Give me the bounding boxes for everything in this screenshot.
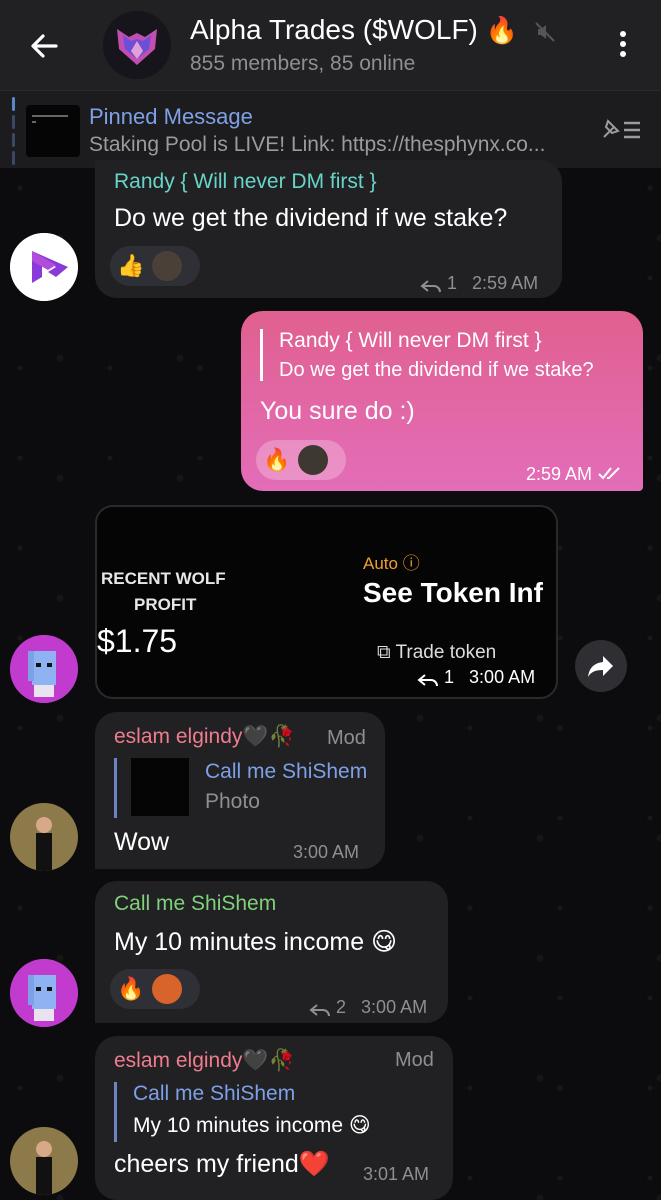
card-auto-label: Auto ⓘ xyxy=(363,554,420,573)
reply-count: 1 xyxy=(447,273,458,293)
message-bubble[interactable]: Call me ShiShem My 10 minutes income 😋 🔥… xyxy=(95,881,448,1023)
pinned-text: Staking Pool is LIVE! Link: https://thes… xyxy=(89,133,546,156)
group-avatar[interactable] xyxy=(103,11,171,79)
mod-badge: Mod xyxy=(327,727,366,749)
sender-name[interactable]: eslam elgindy🖤🥀 xyxy=(114,1049,295,1073)
pinned-message-bar[interactable]: Pinned Message Staking Pool is LIVE! Lin… xyxy=(0,90,661,168)
pinned-thumbnail xyxy=(26,105,80,157)
reply-count: 1 xyxy=(444,667,455,687)
message-bubble[interactable]: eslam elgindy🖤🥀 Mod Call me ShiShem My 1… xyxy=(95,1036,453,1200)
forward-button[interactable] xyxy=(575,640,627,692)
fire-emoji: 🔥 xyxy=(485,15,519,45)
reactions[interactable]: 👍 xyxy=(110,246,200,286)
message-time: 3:00 AM xyxy=(469,667,536,687)
reply-count-icon[interactable] xyxy=(417,671,439,687)
reaction-emoji: 🔥 xyxy=(263,447,291,472)
trade-token-link[interactable]: ⧉ Trade token xyxy=(377,642,496,664)
message-time: 3:01 AM xyxy=(363,1164,430,1184)
reaction-emoji: 👍 xyxy=(117,253,145,278)
quote-text: Do we get the dividend if we stake? xyxy=(279,359,594,381)
outgoing-message-bubble[interactable]: Randy { Will never DM first } Do we get … xyxy=(241,311,643,491)
avatar[interactable] xyxy=(10,635,78,703)
quote-sender: Randy { Will never DM first } xyxy=(279,329,542,352)
reply-quote[interactable]: Randy { Will never DM first } Do we get … xyxy=(260,329,594,381)
message-meta: 2 3:00 AM xyxy=(309,997,427,1018)
sender-name[interactable]: Call me ShiShem xyxy=(114,892,276,916)
message-meta: 2:59 AM xyxy=(526,464,623,485)
quote-sender: Call me ShiShem xyxy=(205,760,368,783)
sender-name[interactable]: Randy { Will never DM first } xyxy=(114,170,377,194)
reply-quote[interactable]: Call me ShiShem My 10 minutes income 😋 xyxy=(114,1082,371,1142)
message-bubble[interactable]: eslam elgindy🖤🥀 Mod Call me ShiShem Phot… xyxy=(95,712,385,869)
card-label-1: RECENT WOLF xyxy=(101,569,226,588)
quote-thumbnail xyxy=(131,758,189,816)
sender-name[interactable]: eslam elgindy🖤🥀 xyxy=(114,725,295,749)
avatar[interactable] xyxy=(10,1127,78,1195)
chat-title-text: Alpha Trades ($WOLF) xyxy=(190,14,478,45)
profit-card[interactable]: RECENT WOLF PROFIT $1.75 Auto ⓘ See Toke… xyxy=(95,505,558,699)
quote-text: My 10 minutes income 😋 xyxy=(133,1114,371,1137)
reaction-emoji: 🔥 xyxy=(117,976,145,1001)
forward-icon xyxy=(588,656,613,677)
message-meta: 1 3:00 AM xyxy=(417,667,535,688)
chat-header: Alpha Trades ($WOLF) 🔥 855 members, 85 o… xyxy=(0,0,661,90)
muted-icon xyxy=(533,20,557,44)
card-label-2: PROFIT xyxy=(134,595,197,614)
pin-list-icon[interactable] xyxy=(600,115,642,143)
message-text: cheers my friend❤️ xyxy=(114,1150,330,1178)
reactions[interactable]: 🔥 xyxy=(256,440,346,480)
message-meta: 1 2:59 AM xyxy=(420,273,538,294)
reply-count-icon[interactable] xyxy=(309,1001,331,1017)
reply-count-icon[interactable] xyxy=(420,277,442,293)
reaction-avatar xyxy=(152,974,182,1004)
external-link-icon: ⧉ xyxy=(377,642,391,663)
message-time: 3:00 AM xyxy=(361,997,428,1017)
card-headline: See Token Inf xyxy=(363,577,543,608)
reply-quote[interactable]: Call me ShiShem Photo xyxy=(114,758,367,818)
message-time: 2:59 AM xyxy=(472,273,539,293)
reactions[interactable]: 🔥 xyxy=(110,969,200,1009)
more-options-icon[interactable] xyxy=(608,28,638,64)
message-time: 3:00 AM xyxy=(293,842,360,862)
reaction-avatar xyxy=(152,251,182,281)
message-text: My 10 minutes income 😋 xyxy=(114,928,398,956)
chat-title[interactable]: Alpha Trades ($WOLF) 🔥 xyxy=(190,14,518,46)
avatar[interactable] xyxy=(10,803,78,871)
quote-text: Photo xyxy=(205,790,260,813)
reply-count: 2 xyxy=(336,997,347,1017)
profit-amount: $1.75 xyxy=(97,623,178,659)
message-text: Wow xyxy=(114,828,170,856)
avatar[interactable] xyxy=(10,233,78,301)
pinned-indicator xyxy=(12,97,15,165)
reaction-avatar xyxy=(298,445,328,475)
message-bubble[interactable]: Randy { Will never DM first } Do we get … xyxy=(95,160,562,298)
read-checks-icon xyxy=(597,464,623,484)
member-count: 855 members, 85 online xyxy=(190,52,416,75)
help-icon: ⓘ xyxy=(402,554,420,573)
message-text: Do we get the dividend if we stake? xyxy=(114,204,508,232)
quote-sender: Call me ShiShem xyxy=(133,1082,296,1105)
mod-badge: Mod xyxy=(395,1049,434,1071)
avatar[interactable] xyxy=(10,959,78,1027)
message-text: You sure do :) xyxy=(260,397,415,425)
pinned-title: Pinned Message xyxy=(89,104,253,129)
back-arrow-icon[interactable] xyxy=(26,28,62,64)
message-time: 2:59 AM xyxy=(526,464,593,484)
